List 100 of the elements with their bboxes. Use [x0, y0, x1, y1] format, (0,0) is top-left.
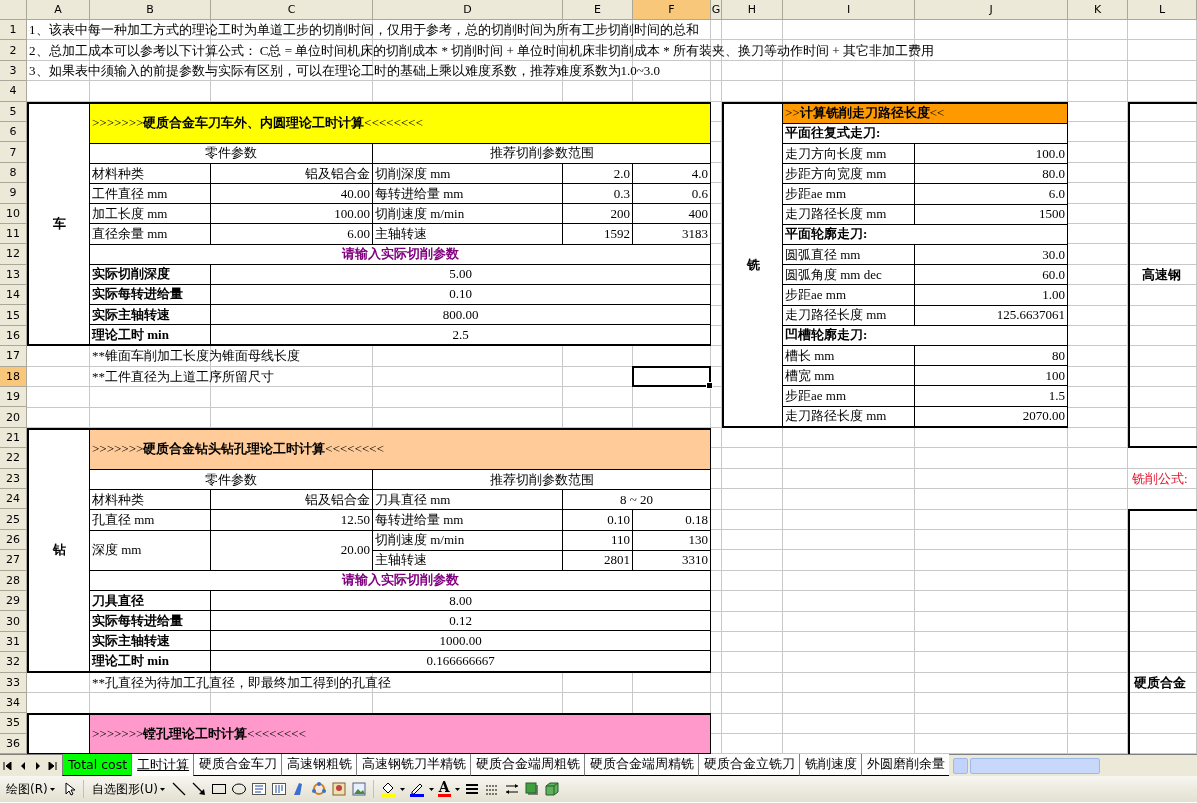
row-header[interactable]: 3 [0, 60, 27, 82]
row-header[interactable]: 4 [0, 81, 27, 102]
paint-bucket-icon[interactable] [379, 781, 396, 798]
column-header[interactable]: I [783, 0, 915, 20]
row-header[interactable]: 28 [0, 570, 27, 591]
row-header[interactable]: 29 [0, 590, 27, 612]
section-label: 硬质合金 [1134, 674, 1187, 693]
column-header[interactable]: D [373, 0, 563, 20]
group-heading: 平面往复式走刀: [783, 123, 1068, 144]
column-header[interactable]: E [563, 0, 633, 20]
row-header[interactable]: 21 [0, 427, 27, 449]
draw-menu[interactable]: 绘图(R) [4, 780, 57, 798]
sheet-tab[interactable]: 铣削速度 [799, 754, 862, 777]
input-field[interactable]: 0.12 [211, 611, 711, 632]
column-header[interactable]: H [722, 0, 783, 20]
column-header[interactable]: L [1128, 0, 1197, 20]
row-header[interactable]: 35 [0, 713, 27, 734]
oval-icon[interactable] [230, 781, 247, 798]
picture-icon[interactable] [350, 781, 367, 798]
caret-icon [399, 787, 405, 791]
column-header[interactable]: B [90, 0, 211, 20]
row-header[interactable]: 33 [0, 672, 27, 693]
section-label: 高速钢 [1142, 265, 1181, 284]
param-label: 直径余量 mm [90, 224, 211, 245]
clip-art-icon[interactable] [330, 781, 347, 798]
param-label: 走刀路径长度 mm [783, 305, 915, 326]
column-header[interactable]: F [633, 0, 711, 20]
sheet-tab[interactable]: Total cost [62, 754, 132, 777]
row-header[interactable]: 26 [0, 529, 27, 551]
row-header[interactable]: 7 [0, 142, 27, 163]
row-header[interactable]: 14 [0, 285, 27, 306]
input-label: 理论工时 min [90, 651, 211, 672]
param-label: 走刀路径长度 mm [783, 204, 915, 225]
row-header[interactable]: 12 [0, 244, 27, 265]
row-header[interactable]: 15 [0, 305, 27, 326]
font-color-button[interactable]: A [437, 781, 451, 798]
row-header[interactable]: 1 [0, 20, 27, 41]
autoshapes-menu[interactable]: 自选图形(U) [89, 780, 167, 798]
sheet-tab[interactable]: 硬质合金端周粗铣 [470, 754, 585, 777]
range-min: 0.3 [563, 184, 633, 205]
column-header[interactable]: J [915, 0, 1068, 20]
shadow-icon[interactable] [523, 781, 540, 798]
sheet-tab[interactable]: 高速钢粗铣 [281, 754, 357, 777]
input-field[interactable]: 0.10 [211, 284, 711, 305]
line-icon[interactable] [170, 781, 187, 798]
row-header[interactable]: 27 [0, 550, 27, 571]
row-header[interactable]: 5 [0, 101, 27, 122]
selected-cell[interactable] [632, 365, 711, 388]
row-header[interactable]: 10 [0, 203, 27, 224]
column-header[interactable]: A [27, 0, 90, 20]
param-value: 6.00 [211, 224, 373, 245]
row-header[interactable]: 9 [0, 183, 27, 204]
sheet-tab[interactable]: 工时计算 [131, 754, 194, 777]
section-title: >>计算铣削走刀路径长度<< [783, 103, 1068, 124]
row-header[interactable]: 25 [0, 509, 27, 530]
row-header[interactable]: 19 [0, 387, 27, 408]
row-header[interactable]: 22 [0, 448, 27, 469]
input-field[interactable]: 5.00 [211, 264, 711, 285]
cube-icon[interactable] [543, 781, 560, 798]
sheet-tab[interactable]: 高速钢铣刀半精铣 [356, 754, 471, 777]
sheet-tab[interactable]: 硬质合金立铣刀 [698, 754, 800, 777]
last-sheet-icon[interactable] [48, 761, 57, 770]
input-field[interactable]: 2.5 [211, 325, 711, 346]
row-header[interactable]: 34 [0, 692, 27, 714]
row-header[interactable]: 36 [0, 733, 27, 755]
row-header[interactable]: 13 [0, 264, 27, 286]
row-header[interactable]: 11 [0, 223, 27, 245]
arrow-icon[interactable] [190, 781, 207, 798]
row-header[interactable]: 23 [0, 468, 27, 489]
row-header[interactable]: 18 [0, 366, 27, 388]
param-value: 100 [915, 366, 1068, 387]
row-header[interactable]: 32 [0, 652, 27, 673]
text-box-icon[interactable] [250, 781, 267, 798]
sheet-tab[interactable]: 硬质合金端周精铣 [584, 754, 699, 777]
param-label: 孔直径 mm [90, 510, 211, 531]
row-header[interactable]: 8 [0, 162, 27, 184]
pen-icon[interactable] [408, 781, 425, 798]
row-header[interactable]: 31 [0, 631, 27, 653]
sheet-tab[interactable]: 硬质合金车刀 [193, 754, 282, 777]
input-field[interactable]: 8.00 [211, 590, 711, 612]
next-sheet-icon[interactable] [34, 761, 41, 770]
row-header[interactable]: 24 [0, 489, 27, 510]
row-header[interactable]: 2 [0, 40, 27, 61]
row-header[interactable]: 16 [0, 325, 27, 347]
row-header[interactable]: 30 [0, 611, 27, 632]
sheet-tab[interactable]: 外圆磨削余量 [861, 754, 950, 777]
row-header[interactable]: 20 [0, 407, 27, 428]
input-field[interactable]: 0.166666667 [211, 651, 711, 672]
input-field[interactable]: 1000.00 [211, 631, 711, 652]
first-sheet-icon[interactable] [3, 761, 12, 770]
footnote: **工件直径为上道工序所留尺寸 [91, 367, 275, 386]
input-field[interactable]: 800.00 [211, 304, 711, 326]
row-header[interactable]: 17 [0, 346, 27, 367]
vertical-text-box-icon[interactable] [270, 781, 287, 798]
row-header[interactable]: 6 [0, 121, 27, 143]
param-label: 槽宽 mm [783, 366, 915, 387]
diagram-icon[interactable] [310, 781, 327, 798]
previous-sheet-icon[interactable] [19, 761, 26, 770]
column-header[interactable]: C [211, 0, 373, 20]
column-header[interactable]: K [1068, 0, 1128, 20]
